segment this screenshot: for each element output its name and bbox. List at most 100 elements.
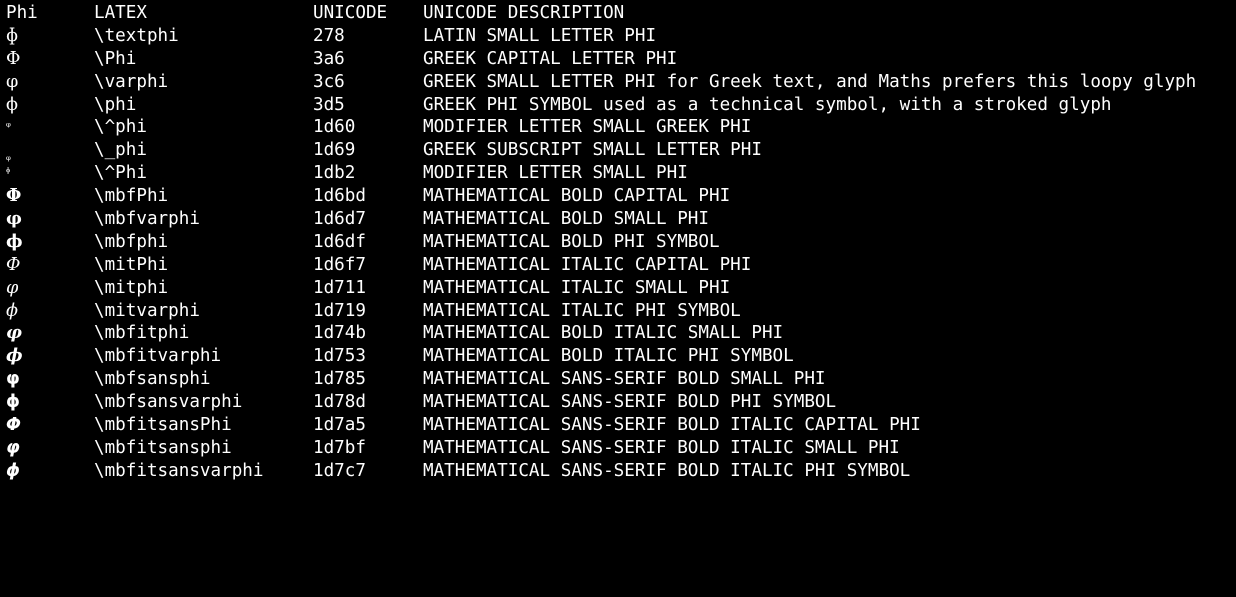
latex-command: \^phi [94,117,147,138]
unicode-code: 1d7c7 [313,460,366,481]
latex-command: \mbfitsansphi [94,437,232,458]
unicode-description: LATIN SMALL LETTER PHI [423,25,657,46]
table-row: 𝟇 \mbfitsansvarphi 1d7c7 MATHEMATICAL SA… [0,460,1236,483]
header-description: UNICODE DESCRIPTION [423,3,625,23]
unicode-description: MATHEMATICAL SANS-SERIF BOLD SMALL PHI [423,369,826,390]
header-latex: LATEX [94,3,147,23]
phi-glyph: 𝟇 [6,460,21,481]
terminal-window[interactable]: Phi LATEX UNICODE UNICODE DESCRIPTION ɸ … [0,2,1236,500]
unicode-description: MATHEMATICAL BOLD SMALL PHI [423,209,709,230]
table-row: 𝛟 \mbfphi 1d6df MATHEMATICAL BOLD PHI SY… [0,231,1236,254]
unicode-code: 1d711 [313,277,366,298]
table-row: ɸ \textphi 278 LATIN SMALL LETTER PHI [0,25,1236,48]
phi-glyph: 𝛷 [6,254,21,275]
table-row: 𝜑 \mitphi 1d711 MATHEMATICAL ITALIC SMAL… [0,277,1236,300]
unicode-code: 1d74b [313,323,366,344]
unicode-code: 1d6d7 [313,209,366,230]
unicode-description: MODIFIER LETTER SMALL GREEK PHI [423,117,752,138]
phi-glyph: 𝚽 [6,185,22,207]
unicode-code: 1d7a5 [313,415,366,436]
latex-command: \mitPhi [94,254,169,275]
unicode-code: 1d78d [313,392,366,413]
unicode-description: MATHEMATICAL ITALIC SMALL PHI [423,277,731,298]
unicode-description: MATHEMATICAL SANS-SERIF BOLD ITALIC SMAL… [423,437,900,458]
latex-command: \mbfitphi [94,323,190,344]
table-row: 𝝋 \mbfitphi 1d74b MATHEMATICAL BOLD ITAL… [0,322,1236,345]
phi-glyph: 𝞅 [6,369,20,390]
latex-command: \mitphi [94,277,169,298]
latex-command: \textphi [94,25,179,46]
unicode-code: 1d60 [313,117,356,138]
unicode-code: 1d753 [313,346,366,367]
phi-glyph: 𝝓 [6,345,23,367]
unicode-description: MATHEMATICAL BOLD ITALIC SMALL PHI [423,323,784,344]
table-row: 𝞥 \mbfitsansPhi 1d7a5 MATHEMATICAL SANS-… [0,414,1236,437]
unicode-description: MATHEMATICAL SANS-SERIF BOLD ITALIC PHI … [423,460,911,481]
unicode-description: MATHEMATICAL ITALIC CAPITAL PHI [423,254,752,275]
header-unicode: UNICODE [313,3,388,23]
unicode-description: MATHEMATICAL SANS-SERIF BOLD PHI SYMBOL [423,392,837,413]
phi-glyph: 𝜑 [6,277,19,298]
table-row: φ \varphi 3c6 GREEK SMALL LETTER PHI for… [0,71,1236,94]
latex-command: \varphi [94,71,169,92]
table-header: Phi LATEX UNICODE UNICODE DESCRIPTION [0,2,1236,25]
unicode-code: 3c6 [313,71,345,92]
unicode-description: MATHEMATICAL BOLD CAPITAL PHI [423,186,731,207]
table-row: 𝞅 \mbfsansphi 1d785 MATHEMATICAL SANS-SE… [0,368,1236,391]
unicode-code: 278 [313,25,345,46]
unicode-description: MODIFIER LETTER SMALL PHI [423,163,688,184]
unicode-description: MATHEMATICAL SANS-SERIF BOLD ITALIC CAPI… [423,415,921,436]
phi-glyph: ᵠ [6,120,11,134]
phi-glyph: 𝝋 [6,322,22,344]
latex-command: \mbfitsansPhi [94,415,232,436]
table-row: 𝝓 \mbfitvarphi 1d753 MATHEMATICAL BOLD I… [0,345,1236,368]
phi-glyph: 𝛗 [6,208,22,230]
table-row: ᶲ \^Phi 1db2 MODIFIER LETTER SMALL PHI [0,162,1236,185]
table-row: ᵩ \_phi 1d69 GREEK SUBSCRIPT SMALL LETTE… [0,139,1236,163]
phi-glyph: 𝞥 [6,415,21,436]
unicode-description: GREEK PHI SYMBOL used as a technical sym… [423,94,1112,115]
unicode-description: GREEK SMALL LETTER PHI for Greek text, a… [423,71,1197,92]
unicode-code: 1d719 [313,300,366,321]
phi-glyph: 𝛟 [6,230,23,252]
unicode-code: 3d5 [313,94,345,115]
phi-glyph: 𝞍 [6,392,21,413]
phi-glyph: Φ [6,48,21,69]
phi-glyph: ɸ [6,25,19,46]
latex-command: \mbfphi [94,231,169,252]
unicode-description: MATHEMATICAL BOLD ITALIC PHI SYMBOL [423,346,794,367]
unicode-code: 1d6f7 [313,254,366,275]
table-row: ϕ \phi 3d5 GREEK PHI SYMBOL used as a te… [0,94,1236,117]
table-row: ᵠ \^phi 1d60 MODIFIER LETTER SMALL GREEK… [0,116,1236,139]
latex-command: \mitvarphi [94,300,200,321]
phi-glyph: 𝜙 [6,300,18,321]
unicode-code: 1db2 [313,163,356,184]
unicode-code: 1d785 [313,369,366,390]
table-row: Φ \Phi 3a6 GREEK CAPITAL LETTER PHI [0,48,1236,71]
table-row: 𝞍 \mbfsansvarphi 1d78d MATHEMATICAL SANS… [0,391,1236,414]
unicode-description: GREEK CAPITAL LETTER PHI [423,48,678,69]
table-row: 𝚽 \mbfPhi 1d6bd MATHEMATICAL BOLD CAPITA… [0,185,1236,208]
latex-command: \mbfitvarphi [94,346,222,367]
latex-command: \mbfsansvarphi [94,392,243,413]
phi-glyph: φ [6,71,19,92]
phi-glyph: 𝞿 [6,437,20,458]
table-row: 𝞿 \mbfitsansphi 1d7bf MATHEMATICAL SANS-… [0,437,1236,460]
unicode-code: 1d69 [313,140,356,161]
latex-command: \^Phi [94,163,147,184]
header-symbol: Phi [6,3,38,23]
unicode-code: 3a6 [313,48,345,69]
phi-glyph: ϕ [6,94,18,115]
latex-command: \_phi [94,140,147,161]
unicode-description: MATHEMATICAL BOLD PHI SYMBOL [423,231,720,252]
unicode-code: 1d7bf [313,437,366,458]
latex-command: \Phi [94,48,137,69]
latex-command: \mbfitsansvarphi [94,460,264,481]
latex-command: \mbfPhi [94,186,169,207]
table-row: 𝛷 \mitPhi 1d6f7 MATHEMATICAL ITALIC CAPI… [0,254,1236,277]
unicode-description: MATHEMATICAL ITALIC PHI SYMBOL [423,300,741,321]
unicode-description: GREEK SUBSCRIPT SMALL LETTER PHI [423,140,762,161]
phi-glyph: ᶲ [6,166,11,180]
table-row: 𝜙 \mitvarphi 1d719 MATHEMATICAL ITALIC P… [0,300,1236,323]
latex-command: \mbfsansphi [94,369,211,390]
